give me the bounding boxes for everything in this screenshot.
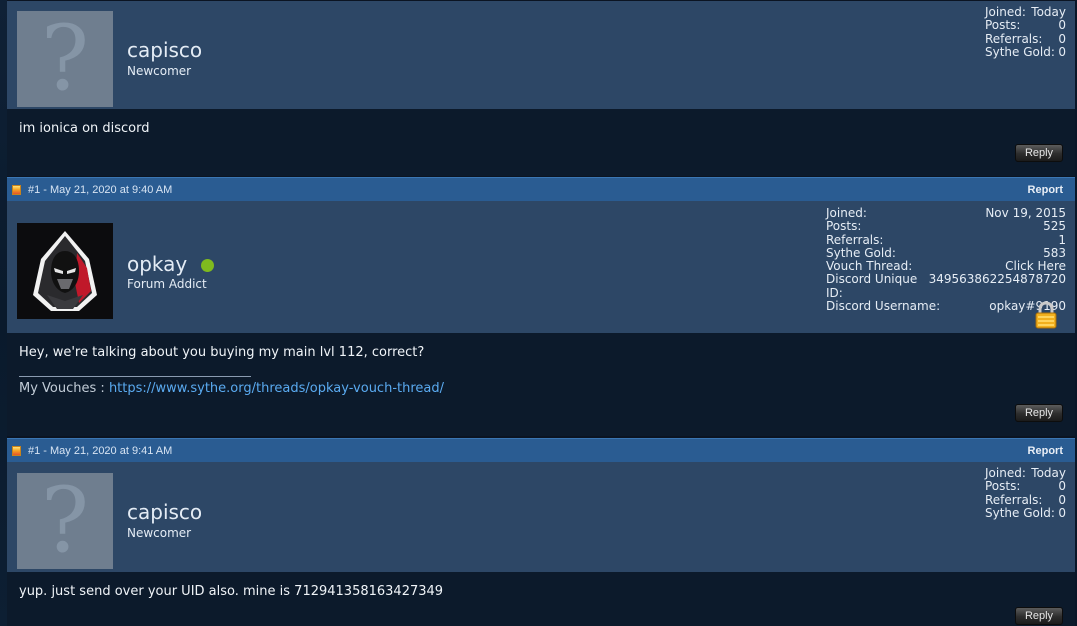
stat-joined: Joined: Today [985,5,1066,19]
user-title: Newcomer [127,526,192,540]
hooded-figure-avatar-icon [17,223,113,319]
message-text: im ionica on discord [19,121,150,136]
username[interactable]: capisco [127,500,202,524]
username-text[interactable]: opkay [127,252,187,276]
padlock-icon [1035,301,1057,329]
user-stats: Joined: Nov 19, 2015 Posts: 525 Referrals:… [826,206,1066,314]
reply-button[interactable]: Reply [1015,404,1063,422]
post-header-bar: #1 - May 21, 2020 at 9:41 AM Report [7,438,1075,462]
post-date[interactable]: #1 - May 21, 2020 at 9:41 AM [28,445,172,457]
user-title: Forum Addict [127,277,207,291]
stat-sythe-gold: Sythe Gold: 0 [985,505,1066,520]
vouch-thread-signature-link[interactable]: https://www.sythe.org/threads/opkay-vouc… [109,381,444,396]
username-text[interactable]: capisco [127,500,202,524]
stat-referrals: Referrals: 0 [985,492,1066,507]
user-stats: Joined: Today Posts: 0 Referrals: 0 Sythe G… [985,466,1066,520]
message-text: yup. just send over your UID also. mine … [19,584,444,599]
reply-button[interactable]: Reply [1015,144,1063,162]
post-status-icon [12,446,21,456]
post-1: ? capisco Newcomer Joined: Today Posts: 0 … [7,1,1075,176]
message-body: yup. just send over your UID also. mine … [7,572,1075,626]
username-text[interactable]: capisco [127,38,202,62]
vouch-thread-link[interactable]: Click Here [1005,259,1066,273]
user-info-panel: ? capisco Newcomer Joined: Today Posts: 0 … [7,462,1075,572]
user-stats: Joined: Today Posts: 0 Referrals: 0 Sythe G… [985,5,1066,59]
user-info-panel: ? capisco Newcomer Joined: Today Posts: 0 … [7,1,1075,109]
user-title: Newcomer [127,64,192,78]
post-2: #1 - May 21, 2020 at 9:40 AM Report opka… [7,177,1075,436]
post-header-bar: #1 - May 21, 2020 at 9:40 AM Report [7,177,1075,201]
stat-joined: Joined: Today [985,466,1066,480]
online-status-icon [201,258,215,272]
stat-vouch-thread: Vouch Thread: Click Here [826,259,1066,274]
report-link[interactable]: Report [1028,445,1063,457]
stat-discord-username: Discord Username: opkay#9190 [826,299,1066,314]
user-avatar[interactable]: ? [17,473,113,569]
stat-posts: Posts: 525 [826,219,1066,234]
username[interactable]: opkay [127,252,215,276]
stat-referrals: Referrals: 1 [826,232,1066,247]
default-avatar-question-mark-icon: ? [40,468,90,573]
user-avatar[interactable] [17,223,113,319]
user-info-panel: opkay Forum Addict Joined: Nov 19, 2015 P… [7,201,1075,333]
stat-sythe-gold: Sythe Gold: 583 [826,245,1066,260]
post-date[interactable]: #1 - May 21, 2020 at 9:40 AM [28,184,172,196]
default-avatar-question-mark-icon: ? [40,6,90,111]
user-avatar[interactable]: ? [17,11,113,107]
signature-divider [19,376,251,377]
report-link[interactable]: Report [1028,184,1063,196]
post-3: #1 - May 21, 2020 at 9:41 AM Report ? ca… [7,438,1075,626]
message-text: Hey, we're talking about you buying my m… [19,345,425,360]
stat-posts: Posts: 0 [985,18,1066,33]
stat-referrals: Referrals: 0 [985,31,1066,46]
page-background-left [0,0,7,626]
username[interactable]: capisco [127,38,202,62]
stat-joined: Joined: Nov 19, 2015 [826,206,1066,220]
message-body: im ionica on discord Reply [7,109,1075,176]
stat-discord-uid: Discord Unique ID: 349563862254878720 [826,272,1066,300]
stat-posts: Posts: 0 [985,479,1066,494]
message-body: Hey, we're talking about you buying my m… [7,333,1075,436]
reply-button[interactable]: Reply [1015,607,1063,625]
stat-sythe-gold: Sythe Gold: 0 [985,44,1066,59]
signature: My Vouches : https://www.sythe.org/threa… [19,381,444,396]
post-status-icon [12,185,21,195]
signature-label: My Vouches : [19,381,105,396]
